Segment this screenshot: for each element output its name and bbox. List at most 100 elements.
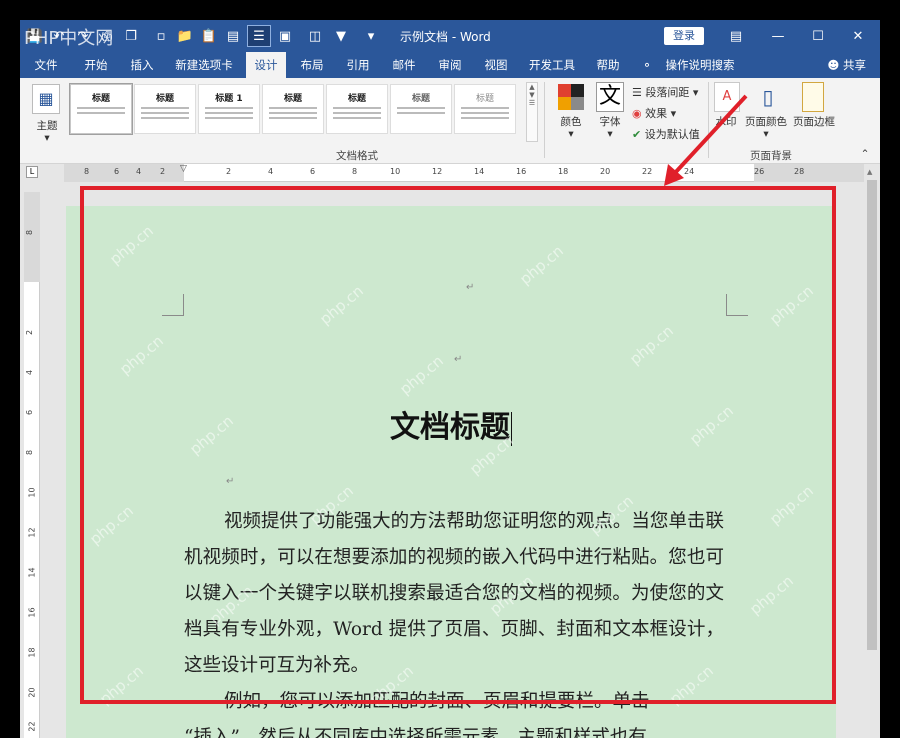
themes-label: 主题 (36, 120, 58, 132)
gallery-scroll[interactable]: ▲ ▼ ☰ (526, 82, 538, 142)
ruler-number: 16 (27, 607, 37, 618)
tab-stop-selector[interactable]: L (26, 166, 38, 178)
tab-view[interactable]: 视图 (476, 52, 516, 78)
ribbon-display-options-icon[interactable]: ▤ (716, 20, 756, 52)
ruler-number: 6 (25, 409, 35, 416)
close-icon[interactable]: ✕ (838, 20, 878, 52)
watermark-label: 水印 (715, 116, 737, 128)
highlight-box (80, 186, 836, 704)
ruler-number: 2 (160, 167, 166, 176)
group-separator (544, 82, 545, 158)
ruler-number: 22 (27, 721, 37, 732)
ruler-number: 8 (352, 167, 358, 176)
paragraph-spacing-button[interactable]: ☰ 段落间距 ▾ (632, 84, 698, 100)
image-icon[interactable]: ▣ (274, 26, 296, 46)
tell-me-search[interactable]: 操作说明搜索 (660, 52, 740, 78)
colors-icon[interactable] (558, 84, 584, 110)
ruler-number: 6 (310, 167, 316, 176)
tab-layout[interactable]: 布局 (292, 52, 332, 78)
ruler-number: 20 (600, 167, 611, 176)
checkmark-icon: ✔ (632, 128, 642, 141)
vertical-scrollbar[interactable]: ▲ (864, 166, 880, 738)
clipboard-icon[interactable]: 📋 (198, 26, 220, 46)
page-color-icon[interactable]: ▯ (754, 82, 782, 112)
ruler-number: 26 (754, 167, 765, 176)
tab-file[interactable]: 文件 (26, 52, 66, 78)
effects-button[interactable]: ◉ 效果 ▾ (632, 105, 676, 121)
ruler-number: 10 (390, 167, 401, 176)
colors-dropdown-icon[interactable]: ▾ (554, 128, 588, 140)
tab-home[interactable]: 开始 (76, 52, 116, 78)
style-set-4[interactable]: 标题 (262, 84, 324, 134)
tab-references[interactable]: 引用 (338, 52, 378, 78)
site-watermark: PHP中文网 (24, 28, 114, 49)
customize-qat-icon[interactable]: ▾ (360, 26, 382, 46)
watermark-icon[interactable]: A (714, 82, 740, 112)
ruler-right-margin (754, 164, 864, 182)
horizontal-ruler[interactable]: 8 6 4 2 ▽ 2 4 6 8 10 12 14 16 18 20 22 2… (64, 164, 864, 182)
page-color-dropdown-icon[interactable]: ▾ (742, 128, 790, 140)
effects-icon: ◉ (632, 107, 642, 120)
ruler-number: 14 (27, 567, 37, 578)
share-label: 共享 (843, 58, 866, 72)
fonts-dropdown-icon[interactable]: ▾ (592, 128, 628, 140)
ruler-number: 6 (114, 167, 120, 176)
body-paragraph-2-line-2[interactable]: “插入”，然后从不同库中选择所需元素。主题和样式也有 (184, 720, 724, 738)
ruler-number: 8 (25, 229, 35, 236)
style-set-3[interactable]: 标题 1 (198, 84, 260, 134)
page-color-label: 页面颜色 (745, 116, 787, 128)
tab-mailings[interactable]: 邮件 (384, 52, 424, 78)
ruler-number: 20 (27, 687, 37, 698)
title-bar: 💾 ↶ ↷ ⎙ ❐ ▫ 📁 📋 ▤ ☰ ▣ ◫ ▼ ▾ 示例文档 - Word … (20, 20, 880, 52)
ruler-number: 28 (794, 167, 805, 176)
minimize-icon[interactable]: — (758, 20, 798, 52)
page-border-label: 页面边框 (793, 116, 835, 128)
share-button[interactable]: ☻ 共享 (827, 52, 866, 78)
tab-help[interactable]: 帮助 (588, 52, 628, 78)
login-button[interactable]: 登录 (664, 27, 704, 45)
style-set-6[interactable]: 标题 (390, 84, 452, 134)
paragraph-spacing-icon: ☰ (632, 86, 642, 99)
themes-dropdown-icon[interactable]: ▾ (30, 132, 64, 144)
set-as-default-button[interactable]: ✔ 设为默认值 (632, 126, 700, 142)
scroll-up-icon[interactable]: ▲ (867, 168, 872, 176)
chevron-down-icon: ▾ (692, 86, 699, 99)
ruler-top-margin (24, 192, 40, 282)
style-set-7[interactable]: 标题 (454, 84, 516, 134)
style-set-1[interactable]: 标题 (69, 83, 133, 135)
themes-icon[interactable]: ▦ (32, 84, 60, 114)
ruler-left-margin (64, 164, 184, 182)
tab-developer[interactable]: 开发工具 (522, 52, 582, 78)
ruler-number: 16 (516, 167, 527, 176)
tab-insert[interactable]: 插入 (122, 52, 162, 78)
tab-new[interactable]: 新建选项卡 (172, 52, 236, 78)
read-mode-icon[interactable]: ☰ (247, 25, 271, 47)
paste-icon[interactable]: ▫ (150, 26, 172, 46)
tab-design[interactable]: 设计 (246, 52, 286, 78)
ruler-number: 4 (136, 167, 142, 176)
collapse-ribbon-icon[interactable]: ⌃ (858, 148, 872, 160)
tab-review[interactable]: 审阅 (430, 52, 470, 78)
open-folder-icon[interactable]: 📁 (174, 26, 196, 46)
fonts-icon[interactable]: 文 (596, 82, 624, 112)
ruler-number: 8 (84, 167, 90, 176)
scrollbar-thumb[interactable] (867, 180, 877, 650)
page-border-icon[interactable] (802, 82, 824, 112)
page-background-group-label: 页面背景 (750, 150, 792, 162)
maximize-icon[interactable]: ☐ (798, 20, 838, 52)
ribbon-design: ▦ 主题 ▾ 标题 标题 标题 1 标题 标题 标题 标题 ▲ ▼ ☰ 文档格式 颜… (20, 78, 880, 164)
ruler-number: 14 (474, 167, 485, 176)
paste-dropdown-icon[interactable]: ▼ (330, 26, 352, 46)
style-set-2[interactable]: 标题 (134, 84, 196, 134)
ruler-number: 4 (268, 167, 274, 176)
style-set-5[interactable]: 标题 (326, 84, 388, 134)
document-icon[interactable]: ▤ (222, 26, 244, 46)
first-line-indent-marker[interactable]: ▽ (180, 164, 187, 174)
copy-icon[interactable]: ❐ (120, 26, 142, 46)
vertical-ruler[interactable]: 8 2 4 6 8 10 12 14 16 18 20 22 (24, 192, 40, 738)
ruler-number: 12 (27, 527, 37, 538)
user-icon: ☻ (827, 58, 840, 72)
ruler-number: 4 (25, 369, 35, 376)
columns-icon[interactable]: ◫ (304, 26, 326, 46)
ruler-number: 12 (432, 167, 443, 176)
